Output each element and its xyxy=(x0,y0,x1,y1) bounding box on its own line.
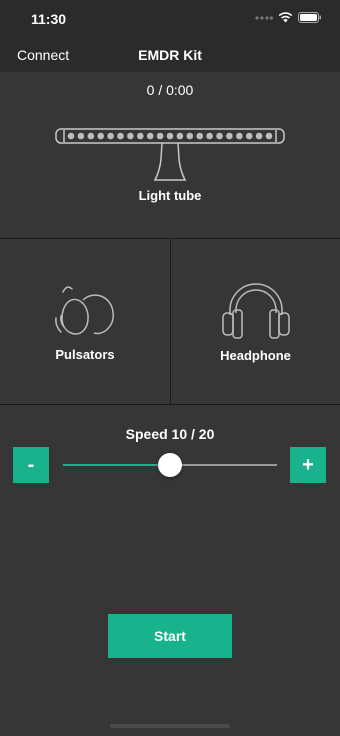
light-tube-led xyxy=(137,132,144,140)
speed-label: Speed 10 / 20 xyxy=(125,426,215,442)
headphone-label: Headphone xyxy=(220,348,291,363)
slider-fill xyxy=(63,464,170,466)
start-button[interactable]: Start xyxy=(108,614,232,658)
pulsators-icon xyxy=(55,286,114,335)
light-tube-led xyxy=(146,132,154,140)
light-tube-section[interactable]: 0 / 0:00 Light tube xyxy=(0,72,340,239)
devices-row: Pulsators Headphone xyxy=(0,239,340,405)
light-tube-led xyxy=(255,132,263,140)
headphone-card[interactable]: Headphone xyxy=(171,239,340,404)
status-icons xyxy=(255,12,322,23)
session-counter: 0 / 0:00 xyxy=(146,82,194,98)
wifi-icon xyxy=(278,12,293,23)
status-bar: 11:30 xyxy=(0,0,340,38)
light-tube-led xyxy=(196,132,203,140)
light-tube-led xyxy=(67,132,75,140)
light-tube-led xyxy=(127,132,134,140)
light-tube-led xyxy=(265,132,273,140)
pulsators-label: Pulsators xyxy=(55,347,115,362)
nav-bar: Connect EMDR Kit xyxy=(0,38,340,72)
light-tube-led xyxy=(236,132,243,140)
speed-slider[interactable] xyxy=(63,453,277,477)
light-tube-led xyxy=(245,132,253,140)
light-tube-led xyxy=(77,132,85,140)
light-tube-led xyxy=(97,132,104,140)
light-tube-led xyxy=(166,132,174,140)
light-tube-led xyxy=(117,132,124,140)
light-tube-label: Light tube xyxy=(138,188,202,203)
light-tube-led xyxy=(107,132,114,140)
signal-dots-icon xyxy=(255,15,273,20)
light-tube-led xyxy=(176,132,184,140)
light-tube-icon xyxy=(55,128,285,181)
light-tube-led xyxy=(206,132,213,140)
battery-icon xyxy=(298,12,321,23)
light-tube-led xyxy=(186,132,194,140)
headphone-icon xyxy=(221,283,290,339)
light-tube-led xyxy=(226,132,233,140)
pulsators-card[interactable]: Pulsators xyxy=(0,239,171,404)
page-title: EMDR Kit xyxy=(138,47,202,63)
slider-thumb[interactable] xyxy=(158,453,182,477)
light-tube-led xyxy=(87,132,95,140)
light-tube-led xyxy=(156,132,164,140)
home-indicator xyxy=(110,724,230,728)
light-tube-led xyxy=(216,132,223,140)
speed-increase-button[interactable]: + xyxy=(290,447,326,483)
speed-decrease-button[interactable]: - xyxy=(13,447,49,483)
status-time: 11:30 xyxy=(31,11,67,27)
